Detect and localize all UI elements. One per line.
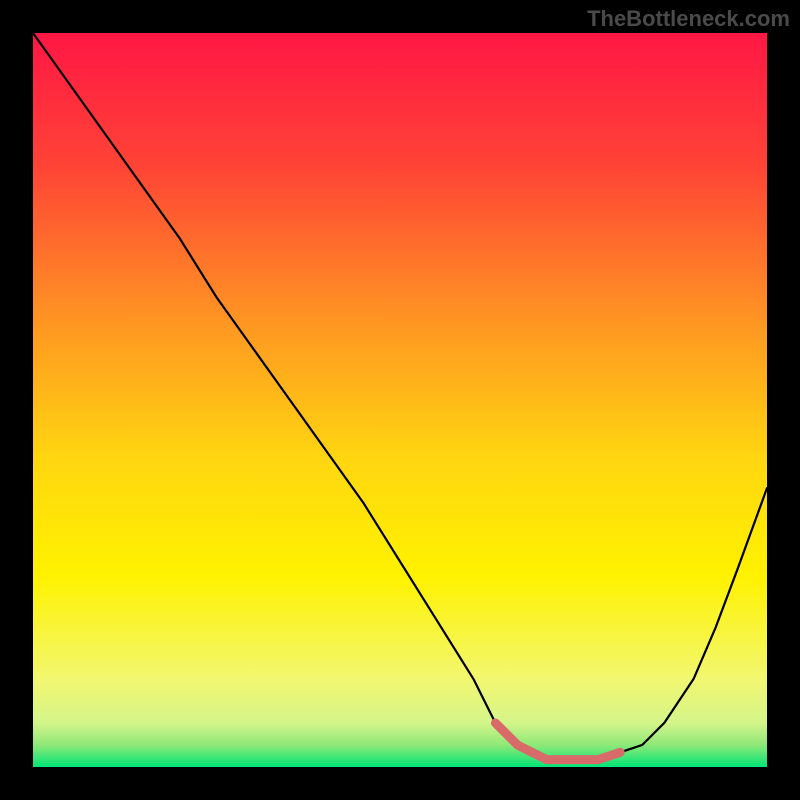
chart-svg [33,33,767,767]
watermark-text: TheBottleneck.com [587,6,790,32]
chart-container: TheBottleneck.com [0,0,800,800]
plot-area [33,33,767,767]
